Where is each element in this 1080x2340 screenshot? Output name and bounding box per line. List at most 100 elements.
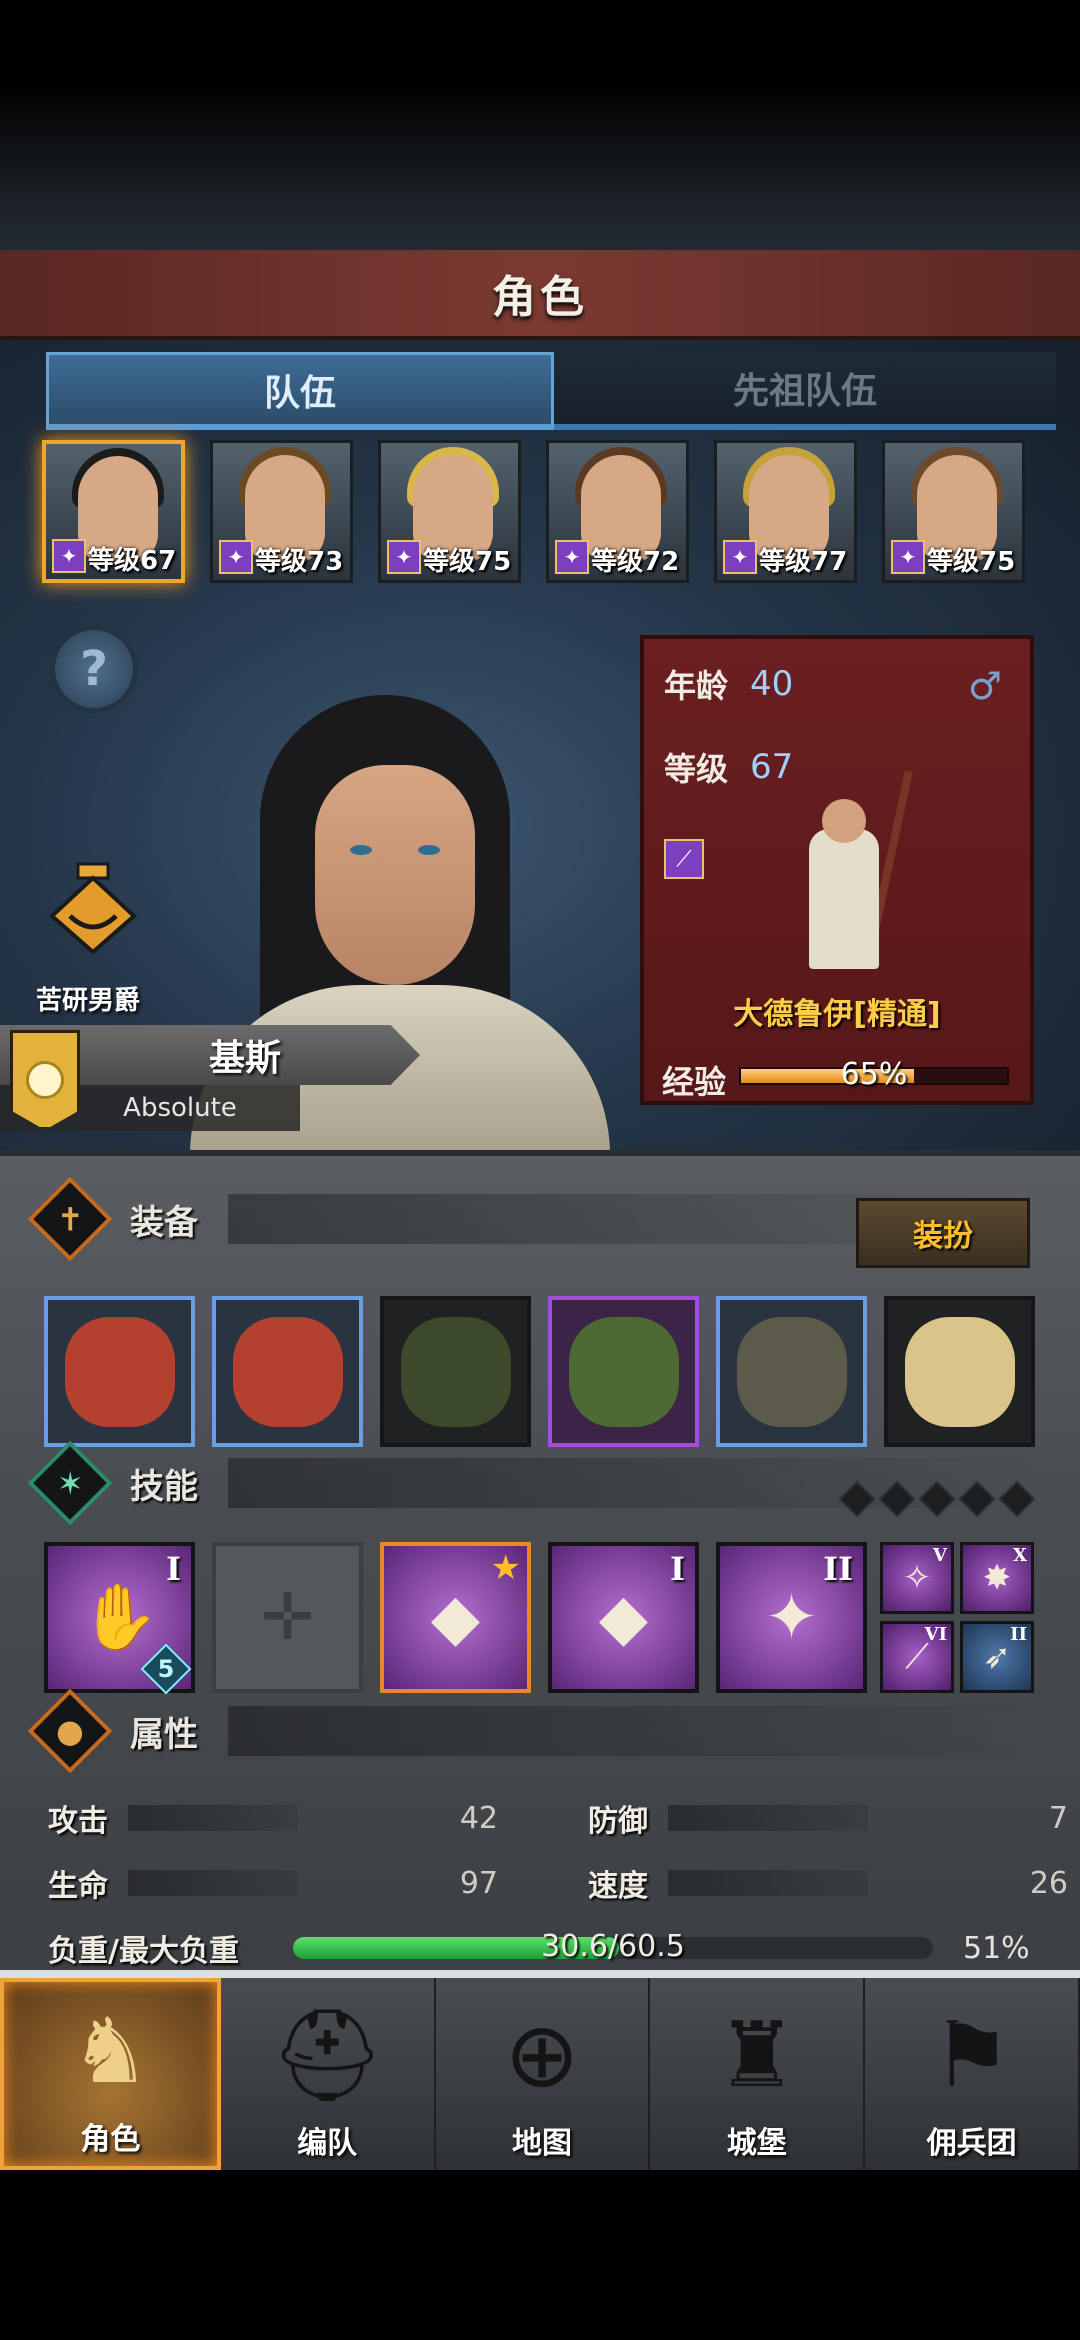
skill-slot[interactable]: ✦ II [716,1542,867,1693]
crystal-arm-icon: ◆ [598,1580,649,1655]
character-motto: Absolute [123,1093,237,1123]
stat-attack-label: 攻击 [48,1804,108,1839]
stat-attack-value: 42 [459,1800,498,1836]
skill-slot[interactable]: ✋ I 5 [44,1542,195,1695]
skill-rank: II [1010,1623,1027,1645]
bird-icon: ➶ [982,1636,1012,1677]
nav-item[interactable]: ⊕ 地图 [436,1978,651,2170]
equipment-slot[interactable] [212,1296,363,1447]
druid-class-figure [774,769,924,969]
party-member-portrait[interactable]: ✦ 等级75 [882,440,1025,583]
party-member-portrait[interactable]: ✦ 等级67 [42,440,185,583]
crystal-tornado-icon: ◆ [430,1580,481,1655]
tab-ancestor-team[interactable]: 先祖队伍 [554,352,1056,430]
nav-item[interactable]: ♞ 角色 [0,1978,221,2170]
staff-class-icon: ⟋ [664,839,704,879]
portrait-level: 等级77 [759,547,848,577]
exp-label: 经验 [662,1063,727,1101]
dress-up-button[interactable]: 装扮 [856,1198,1030,1268]
party-member-portrait[interactable]: ✦ 等级73 [210,440,353,583]
portrait-level: 等级67 [88,546,177,576]
load-percent: 51% [963,1930,1030,1966]
portrait-level: 等级72 [591,547,680,577]
helmet-icon: ⛑ [270,2002,385,2108]
stat-health: 生命 97 [48,1861,498,1905]
stat-defense: 防御 7 [588,1796,1068,1840]
skill-slot[interactable]: ✛ [212,1542,363,1693]
help-button[interactable]: ? [50,625,138,713]
feather-offhand-icon [232,1316,343,1427]
passive-skills: ✧ V ✸ X ⟋ VI ➶ II [880,1542,1040,1693]
hood-icon [400,1316,511,1427]
team-tabs: 队伍 先祖队伍 [46,352,1056,430]
equipment-slot[interactable] [380,1296,531,1447]
stat-health-label: 生命 [48,1869,108,1904]
skill-point-diamond [998,1480,1036,1518]
nav-label: 佣兵团 [926,2126,1017,2161]
sword-icon: ✦ [387,540,421,574]
load-label: 负重/最大负重 [48,1934,239,1969]
sun-crest-icon [10,1030,80,1130]
attributes-header: ● 属性 [27,1688,1040,1774]
stat-speed: 速度 26 [588,1861,1068,1905]
question-icon: ? [80,641,108,697]
potion-icon[interactable] [48,860,138,956]
team-panel: 队伍 先祖队伍 ✦ 等级67 ✦ 等级73 ✦ 等级75 ✦ 等级72 ✦ 等级77 ✦ 等级75 ?… [0,340,1080,1150]
target-star-icon: ✧ [902,1558,932,1598]
skill-slot[interactable]: ◆ ★ [380,1542,531,1693]
nav-item[interactable]: ♜ 城堡 [650,1978,866,2170]
attributes-title: 属性 [130,1714,198,1755]
party-member-portrait[interactable]: ✦ 等级75 [378,440,521,583]
skill-rank: VI [924,1623,947,1645]
character-info-card: 年龄 40 ♂ 等级 67 ⟋ 大德鲁伊[精通] 经验 65% [640,635,1034,1105]
knight-icon: ♞ [70,1998,151,2104]
hero-face [315,765,475,985]
portrait-level: 等级73 [255,547,344,577]
passive-skill-slot[interactable]: ➶ II [960,1620,1034,1693]
stat-attack: 攻击 42 [48,1796,498,1840]
skill-point-diamond [958,1480,996,1518]
equipment-title: 装备 [130,1202,198,1243]
skill-rank: X [1013,1545,1027,1566]
equipment-slot[interactable] [716,1296,867,1447]
stat-health-value: 97 [459,1865,498,1901]
status-bar-area [0,0,1080,250]
skill-slot[interactable]: ◆ I [548,1542,699,1693]
star-rank-icon: ★ [490,1548,521,1588]
nav-label: 地图 [511,2126,572,2161]
skill-point-indicators [838,1480,1036,1518]
shield-icon: ✦ [219,540,253,574]
character-name: 基斯 [208,1038,281,1079]
horse-icon: ✦ [555,540,589,574]
skill-rank: I [166,1550,181,1588]
nav-item[interactable]: ⚑ 佣兵团 [865,1978,1080,2170]
bottom-nav: ♞ 角色 ⛑ 编队 ⊕ 地图 ♜ 城堡 ⚑ 佣兵团 [0,1970,1080,2170]
equipment-slot[interactable] [548,1296,699,1447]
passive-skill-slot[interactable]: ⟋ VI [880,1620,954,1693]
system-nav-area [0,2170,1080,2340]
male-icon: ♂ [967,664,1002,708]
tab-ancestor-team-label: 先祖队伍 [732,371,877,412]
class-name[interactable]: 大德鲁伊[精通] [644,989,1030,1033]
empty-cross-icon: ✛ [260,1580,315,1655]
page-title-banner: 角色 [0,250,1080,340]
stat-defense-label: 防御 [588,1804,648,1839]
bow-icon: ✦ [891,540,925,574]
amulet-icon [904,1316,1015,1427]
load-value: 30.6/60.5 [541,1929,685,1964]
equipment-slot[interactable] [44,1296,195,1447]
passive-skill-slot[interactable]: ✧ V [880,1542,954,1614]
passive-skill-slot[interactable]: ✸ X [960,1542,1034,1614]
party-member-portrait[interactable]: ✦ 等级77 [714,440,857,583]
compass-map-icon: ⊕ [504,2002,580,2108]
skill-point-diamond [918,1480,956,1518]
equipment-slot[interactable] [884,1296,1035,1447]
level-label: 等级 [664,750,729,788]
tab-team-label: 队伍 [263,372,336,414]
person-icon: ● [27,1688,113,1774]
tab-team[interactable]: 队伍 [46,352,554,430]
stat-defense-value: 7 [1048,1800,1068,1836]
party-member-portrait[interactable]: ✦ 等级72 [546,440,689,583]
skill-star-icon: ✶ [27,1440,113,1526]
nav-item[interactable]: ⛑ 编队 [221,1978,436,2170]
